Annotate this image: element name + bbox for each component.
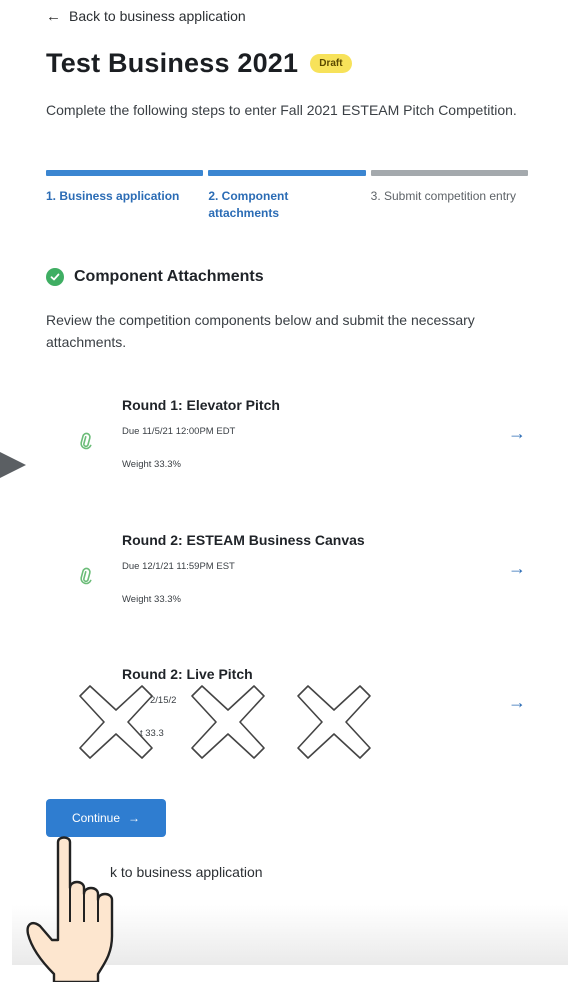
paperclip-icon [76,566,98,590]
step-label: 2. Component attachments [208,189,289,220]
cross-mark-icon [191,685,265,759]
step-component-attachments[interactable]: 2. Component attachments [208,170,366,222]
step-submit-entry[interactable]: 3. Submit competition entry [370,170,528,222]
step-business-application[interactable]: 1. Business application [46,170,204,222]
tap-hand-icon [26,836,114,982]
component-due-date: Due 11/5/21 12:00PM EDT [122,426,236,437]
cross-mark-icon [297,685,371,759]
component-weight: Weight 33.3% [122,459,181,470]
step-progress-bar [208,170,366,176]
progress-steps: 1. Business application 2. Component att… [46,170,528,222]
step-label: 3. Submit competition entry [370,189,517,203]
section-description: Review the competition components below … [46,312,475,350]
component-due-date: Due 12/1/21 11:59PM EST [122,561,235,572]
component-row[interactable]: Round 2: ESTEAM Business Canvas Due 12/1… [80,532,540,622]
arrow-right-icon[interactable]: → [508,558,526,579]
continue-label: Continue [71,811,121,825]
component-name: Round 2: Live Pitch [122,666,253,682]
cross-mark-icon [79,685,153,759]
status-badge: Draft [310,54,352,73]
step-progress-bar [370,170,528,176]
step-label: 1. Business application [46,189,180,203]
intro-text: Complete the following steps to enter Fa… [46,102,517,118]
component-name: Round 2: ESTEAM Business Canvas [122,532,365,548]
arrow-right-icon[interactable]: → [508,423,526,444]
arrow-right-icon[interactable]: → [508,692,526,713]
section-heading: Component Attachments [46,268,264,286]
continue-button[interactable]: Continue → [46,799,166,837]
component-row[interactable]: Round 1: Elevator Pitch Due 11/5/21 12:0… [80,397,540,487]
section-title: Component Attachments [74,268,264,285]
pointer-triangle-icon [0,452,26,478]
page-title: Test Business 2021 [46,48,299,78]
check-circle-icon [46,268,64,286]
component-weight: Weight 33.3% [122,594,181,605]
component-name: Round 1: Elevator Pitch [122,397,280,413]
page-header: Test Business 2021 Draft [46,48,352,79]
back-to-application-link[interactable]: ← Back to business application [46,8,246,24]
arrow-left-icon: ← [46,7,61,25]
step-progress-bar [46,170,204,176]
arrow-right-icon: → [128,811,141,825]
back-link-label: Back to business application [69,8,246,24]
paperclip-icon [76,431,98,455]
